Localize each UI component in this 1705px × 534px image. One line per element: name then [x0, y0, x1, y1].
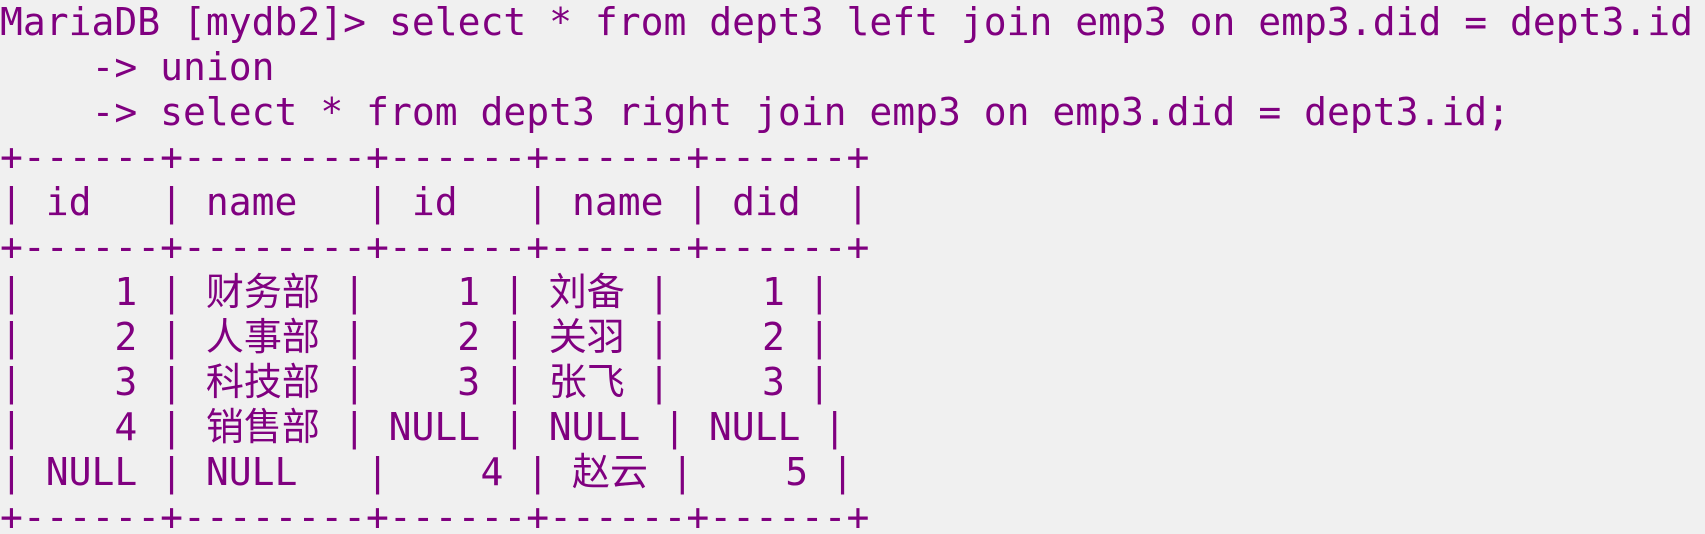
cell: 3 [457, 360, 481, 404]
table-border-mid: +------+--------+------+------+------+ [0, 225, 870, 269]
continuation-prompt: -> [0, 45, 138, 89]
cell: 关羽 [548, 315, 625, 359]
mysql-prompt: MariaDB [mydb2]> [0, 0, 367, 44]
command-line-2: -> union [0, 45, 275, 90]
cell: 科技部 [205, 360, 320, 404]
command-line-1: MariaDB [mydb2]> select * from dept3 lef… [0, 0, 1693, 45]
cell: 2 [762, 315, 785, 359]
table-row: | 4 | 销售部 | NULL | NULL | NULL | [0, 405, 847, 449]
table-row: | 2 | 人事部 | 2 | 关羽 | 2 | [0, 315, 831, 359]
cell: 1 [457, 270, 481, 314]
cell: 1 [114, 270, 138, 314]
continuation-prompt: -> [0, 90, 138, 134]
cell: 3 [762, 360, 785, 404]
query-text-line3: select * from dept3 right join emp3 on e… [160, 90, 1510, 134]
header-cell: id [411, 180, 458, 224]
cell: 2 [114, 315, 138, 359]
cell: NULL [205, 450, 298, 494]
header-cell: name [571, 180, 664, 224]
cell: 4 [480, 450, 504, 494]
cell: 1 [762, 270, 785, 314]
cell: NULL [388, 405, 481, 449]
cell: NULL [708, 405, 801, 449]
table-header-row: | id | name | id | name | did | [0, 180, 870, 224]
cell: 4 [114, 405, 138, 449]
cell: 销售部 [205, 405, 320, 449]
cell: 张飞 [548, 360, 625, 404]
cell: NULL [45, 450, 138, 494]
cell: 财务部 [205, 270, 320, 314]
cell: 刘备 [548, 270, 625, 314]
cell: 5 [785, 450, 809, 494]
header-cell: name [205, 180, 298, 224]
table-border-top: +------+--------+------+------+------+ [0, 135, 870, 179]
cell: NULL [548, 405, 641, 449]
header-cell: id [45, 180, 92, 224]
cell: 人事部 [205, 315, 320, 359]
query-text-line1: select * from dept3 left join emp3 on em… [388, 0, 1693, 44]
table-border-bottom: +------+--------+------+------+------+ [0, 495, 870, 534]
query-text-line2: union [160, 45, 275, 89]
cell: 2 [457, 315, 481, 359]
cell: 3 [114, 360, 138, 404]
table-row: | 1 | 财务部 | 1 | 刘备 | 1 | [0, 270, 831, 314]
table-row: | NULL | NULL | 4 | 赵云 | 5 | [0, 450, 854, 494]
cell: 赵云 [572, 450, 649, 494]
command-line-3: -> select * from dept3 right join emp3 o… [0, 90, 1510, 135]
terminal-window[interactable]: MariaDB [mydb2]> select * from dept3 lef… [0, 0, 1705, 534]
table-row: | 3 | 科技部 | 3 | 张飞 | 3 | [0, 360, 831, 404]
header-cell: did [732, 180, 801, 224]
